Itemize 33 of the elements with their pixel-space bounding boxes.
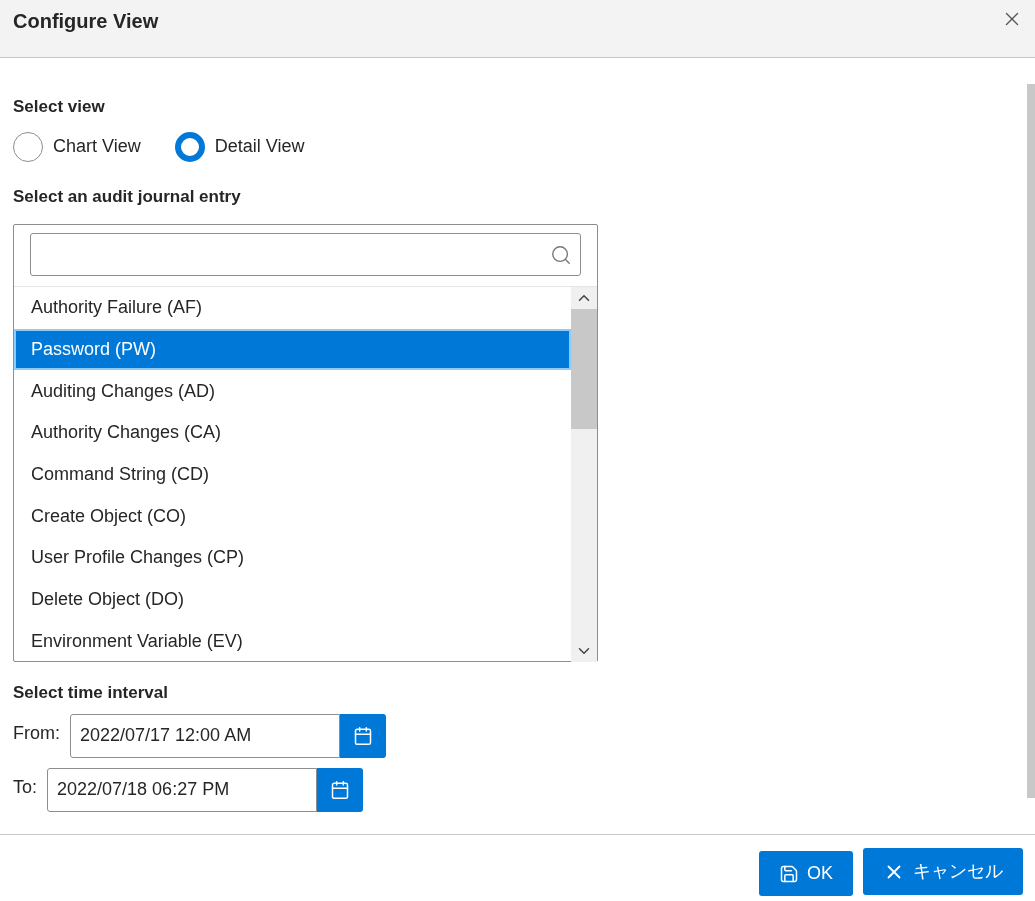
scrollbar[interactable] — [571, 287, 597, 663]
radio-button[interactable] — [174, 131, 205, 162]
ok-button[interactable]: OK — [759, 851, 853, 896]
page-scrollbar[interactable] — [1027, 84, 1035, 798]
calendar-icon — [330, 779, 350, 800]
list-item[interactable]: User Profile Changes (CP) — [14, 537, 571, 579]
save-icon — [779, 863, 799, 884]
calendar-icon — [353, 725, 373, 746]
list-item[interactable]: Delete Object (DO) — [14, 578, 571, 621]
radio-label: Detail View — [214, 135, 305, 158]
list-item[interactable]: Authority Failure (AF) — [14, 287, 571, 329]
radio-button[interactable] — [13, 131, 43, 162]
section-label: Select an audit journal entry — [13, 185, 242, 208]
radio-label: Chart View — [53, 135, 141, 158]
search-icon — [550, 243, 572, 266]
cancel-button[interactable]: キャンセル — [863, 848, 1023, 895]
date-input-field[interactable]: 2022/07/17 12:00 AM — [70, 713, 340, 758]
dialog-title: Configure View — [13, 9, 159, 34]
list-item[interactable]: Environment Variable (EV) — [14, 620, 571, 663]
field-label: From: — [13, 721, 60, 745]
section-label: Select view — [13, 96, 106, 118]
list-item[interactable]: Command String (CD) — [14, 453, 571, 496]
date-input-field[interactable]: 2022/07/18 06:27 PM — [47, 767, 317, 812]
list-item[interactable]: Password (PW) — [14, 328, 571, 371]
section-label: Select time interval — [13, 682, 169, 704]
list-item[interactable]: Create Object (CO) — [14, 495, 571, 538]
search-field[interactable] — [30, 233, 581, 276]
calendar-button[interactable] — [317, 767, 363, 812]
list-item[interactable]: Authority Changes (CA) — [14, 412, 571, 454]
field-label: To: — [13, 775, 37, 799]
scroll-thumb[interactable] — [571, 309, 597, 429]
list-item[interactable]: Auditing Changes (AD) — [14, 370, 571, 413]
calendar-button[interactable] — [340, 713, 386, 758]
